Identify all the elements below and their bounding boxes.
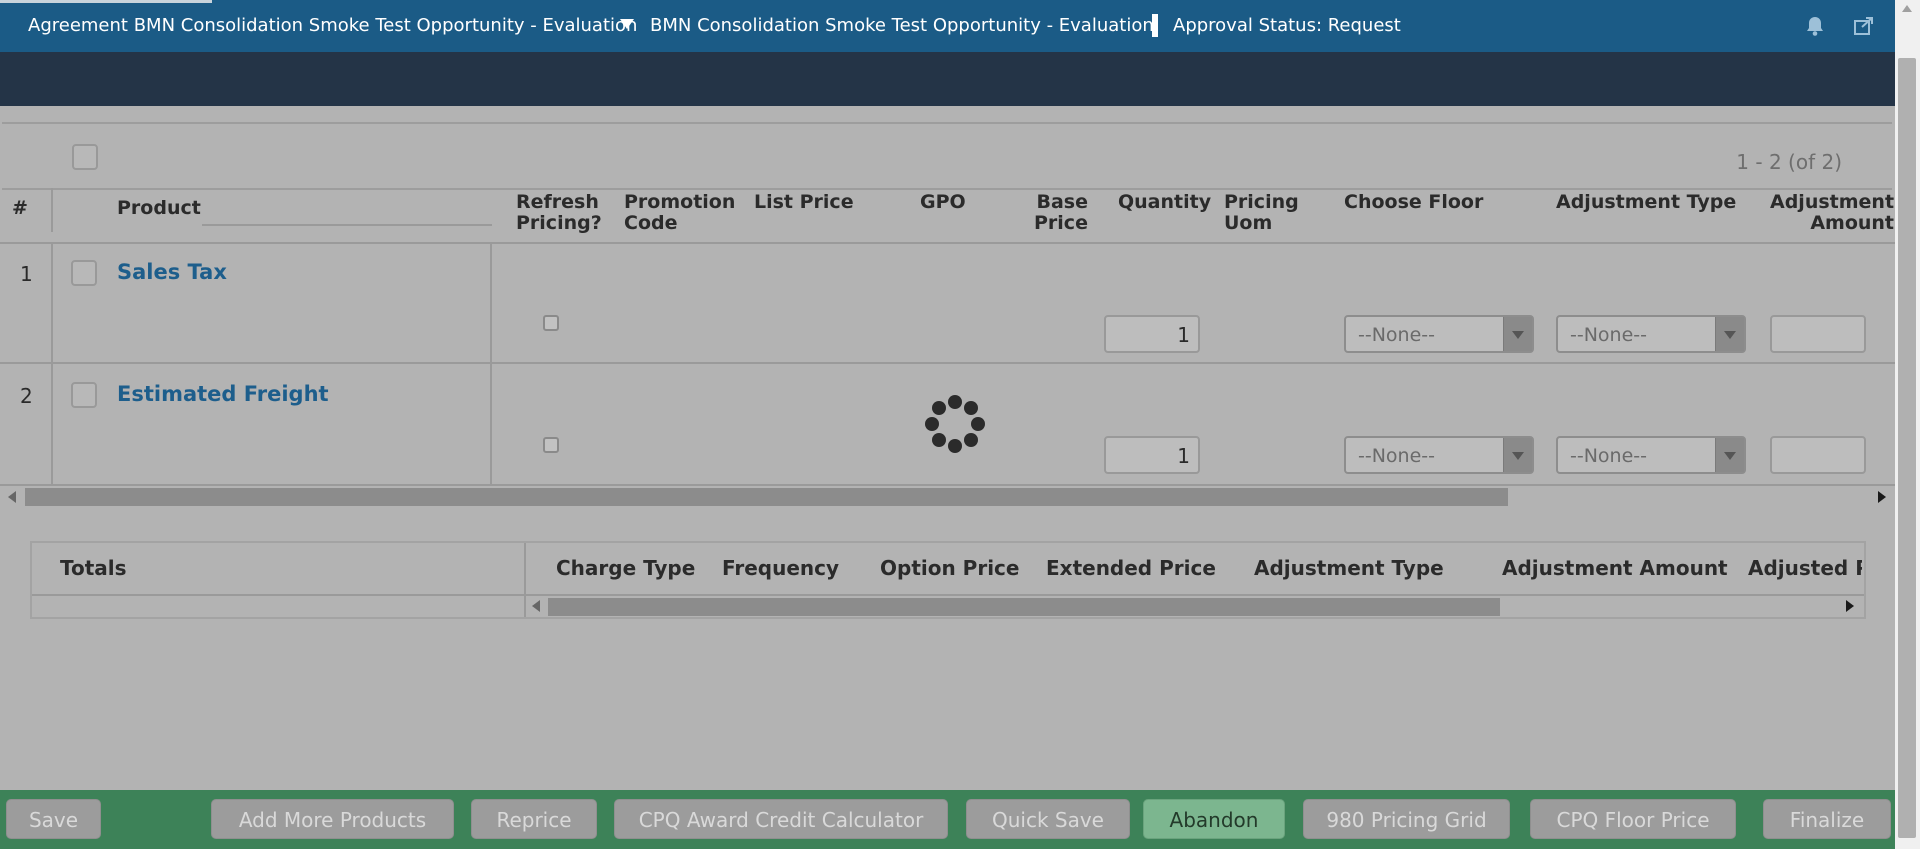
sub-header	[0, 52, 1895, 106]
adjustment-type-value: --None--	[1570, 445, 1647, 467]
grid-toolbar: 1 - 2 (of 2)	[2, 122, 1892, 190]
scroll-thumb[interactable]	[548, 598, 1500, 616]
totals-col-charge-type[interactable]: Charge Type	[556, 556, 695, 580]
header-bottom-border	[0, 242, 1895, 244]
choose-floor-value: --None--	[1358, 445, 1435, 467]
col-header-adjustment-amount[interactable]: Adjustment Amount	[1770, 192, 1894, 234]
totals-label: Totals	[60, 556, 127, 580]
col-header-choose-floor[interactable]: Choose Floor	[1344, 192, 1483, 213]
quantity-input[interactable]: 1	[1104, 436, 1200, 474]
col-header-refresh-pricing[interactable]: Refresh Pricing?	[516, 192, 602, 234]
chevron-down-icon[interactable]	[1503, 438, 1532, 472]
chevron-down-icon[interactable]	[1715, 317, 1744, 351]
scroll-left-arrow-icon[interactable]	[532, 600, 540, 612]
product-link[interactable]: Sales Tax	[117, 260, 227, 284]
totals-col-option-price[interactable]: Option Price	[880, 556, 1019, 580]
adjustment-type-select[interactable]: --None--	[1556, 315, 1746, 353]
row-checkbox[interactable]	[71, 260, 97, 286]
num-col-divider	[51, 242, 53, 492]
totals-panel: Totals Charge Type Frequency Option Pric…	[30, 541, 1866, 619]
scroll-right-arrow-icon[interactable]	[1878, 491, 1886, 503]
page-scroll-thumb[interactable]	[1898, 58, 1916, 838]
col-header-promo-line1: Promotion	[624, 191, 736, 213]
action-bar: Save Add More Products Reprice CPQ Award…	[0, 790, 1895, 849]
quantity-input[interactable]: 1	[1104, 315, 1200, 353]
scroll-right-arrow-icon[interactable]	[1846, 600, 1854, 612]
top-header: Agreement BMN Consolidation Smoke Test O…	[0, 0, 1895, 52]
choose-floor-select[interactable]: --None--	[1344, 436, 1534, 474]
totals-col-adjusted-price[interactable]: Adjusted Pri	[1748, 556, 1862, 580]
totals-horizontal-scrollbar[interactable]	[526, 596, 1864, 617]
col-header-promotion-code[interactable]: Promotion Code	[624, 192, 735, 234]
totals-col-adjustment-type[interactable]: Adjustment Type	[1254, 556, 1444, 580]
col-divider	[51, 188, 53, 232]
header-highlight	[0, 0, 212, 3]
col-header-refresh-line2: Pricing?	[516, 212, 602, 234]
adjustment-amount-input[interactable]	[1770, 436, 1866, 474]
product-underline	[202, 224, 492, 226]
opportunity-breadcrumb[interactable]: BMN Consolidation Smoke Test Opportunity…	[650, 15, 1154, 36]
abandon-button[interactable]: Abandon	[1143, 799, 1285, 839]
col-header-refresh-line1: Refresh	[516, 191, 599, 213]
col-header-promo-line2: Code	[624, 212, 678, 234]
chevron-down-icon[interactable]	[1715, 438, 1744, 472]
page-vertical-scrollbar[interactable]	[1895, 0, 1920, 849]
add-more-products-button[interactable]: Add More Products	[211, 799, 454, 839]
col-header-base-line1: Base	[1036, 191, 1088, 213]
scroll-left-arrow-icon[interactable]	[8, 491, 16, 503]
col-header-gpo[interactable]: GPO	[920, 192, 966, 213]
refresh-pricing-checkbox[interactable]	[543, 437, 559, 453]
scroll-up-arrow-icon[interactable]	[1902, 5, 1912, 12]
approval-status: Approval Status: Request	[1173, 15, 1401, 36]
pager-info: 1 - 2 (of 2)	[1736, 150, 1842, 174]
row-number: 2	[20, 384, 33, 408]
row-number: 1	[20, 262, 33, 286]
select-all-checkbox[interactable]	[72, 144, 98, 170]
cpq-floor-price-button[interactable]: CPQ Floor Price	[1530, 799, 1736, 839]
scroll-thumb[interactable]	[25, 488, 1508, 506]
choose-floor-select[interactable]: --None--	[1344, 315, 1534, 353]
share-icon[interactable]	[1853, 15, 1875, 37]
col-header-base-line2: Price	[1034, 212, 1088, 234]
pricing-grid-button[interactable]: 980 Pricing Grid	[1303, 799, 1510, 839]
col-header-list-price[interactable]: List Price	[754, 192, 854, 213]
col-header-pricing-uom[interactable]: Pricing Uom	[1224, 192, 1299, 234]
cpq-award-credit-calculator-button[interactable]: CPQ Award Credit Calculator	[614, 799, 948, 839]
adjustment-type-select[interactable]: --None--	[1556, 436, 1746, 474]
col-header-product[interactable]: Product	[117, 198, 201, 219]
col-header-quantity[interactable]: Quantity	[1118, 192, 1211, 213]
totals-col-extended-price[interactable]: Extended Price	[1046, 556, 1216, 580]
quick-save-button[interactable]: Quick Save	[966, 799, 1130, 839]
col-header-base-price[interactable]: Base Price	[1034, 192, 1088, 234]
save-button[interactable]: Save	[6, 799, 101, 839]
col-header-uom-line1: Pricing	[1224, 191, 1299, 213]
chevron-down-icon[interactable]	[620, 19, 634, 29]
col-header-adjamt-line2: Amount	[1810, 212, 1895, 234]
choose-floor-value: --None--	[1358, 324, 1435, 346]
col-header-uom-line2: Uom	[1224, 212, 1273, 234]
col-header-adjamt-line1: Adjustment	[1770, 191, 1895, 213]
chevron-down-icon[interactable]	[1503, 317, 1532, 351]
header-separator	[1152, 14, 1158, 37]
row-divider	[0, 362, 1895, 364]
bell-icon[interactable]	[1804, 15, 1826, 37]
col-header-adjustment-type[interactable]: Adjustment Type	[1556, 192, 1736, 213]
totals-col-adjustment-amount[interactable]: Adjustment Amount	[1502, 556, 1728, 580]
loading-spinner-icon	[925, 395, 985, 455]
col-header-number: #	[12, 197, 28, 219]
grid-horizontal-scrollbar[interactable]	[0, 486, 1895, 508]
row-checkbox[interactable]	[71, 382, 97, 408]
totals-col-frequency[interactable]: Frequency	[722, 556, 839, 580]
finalize-button[interactable]: Finalize	[1763, 799, 1891, 839]
product-link[interactable]: Estimated Freight	[117, 382, 329, 406]
refresh-pricing-checkbox[interactable]	[543, 315, 559, 331]
reprice-button[interactable]: Reprice	[471, 799, 597, 839]
frozen-col-divider	[490, 242, 492, 492]
adjustment-amount-input[interactable]	[1770, 315, 1866, 353]
line-items-grid: 1 - 2 (of 2) # Product Refresh Pricing? …	[0, 106, 1895, 536]
agreement-breadcrumb[interactable]: Agreement BMN Consolidation Smoke Test O…	[28, 15, 637, 36]
adjustment-type-value: --None--	[1570, 324, 1647, 346]
